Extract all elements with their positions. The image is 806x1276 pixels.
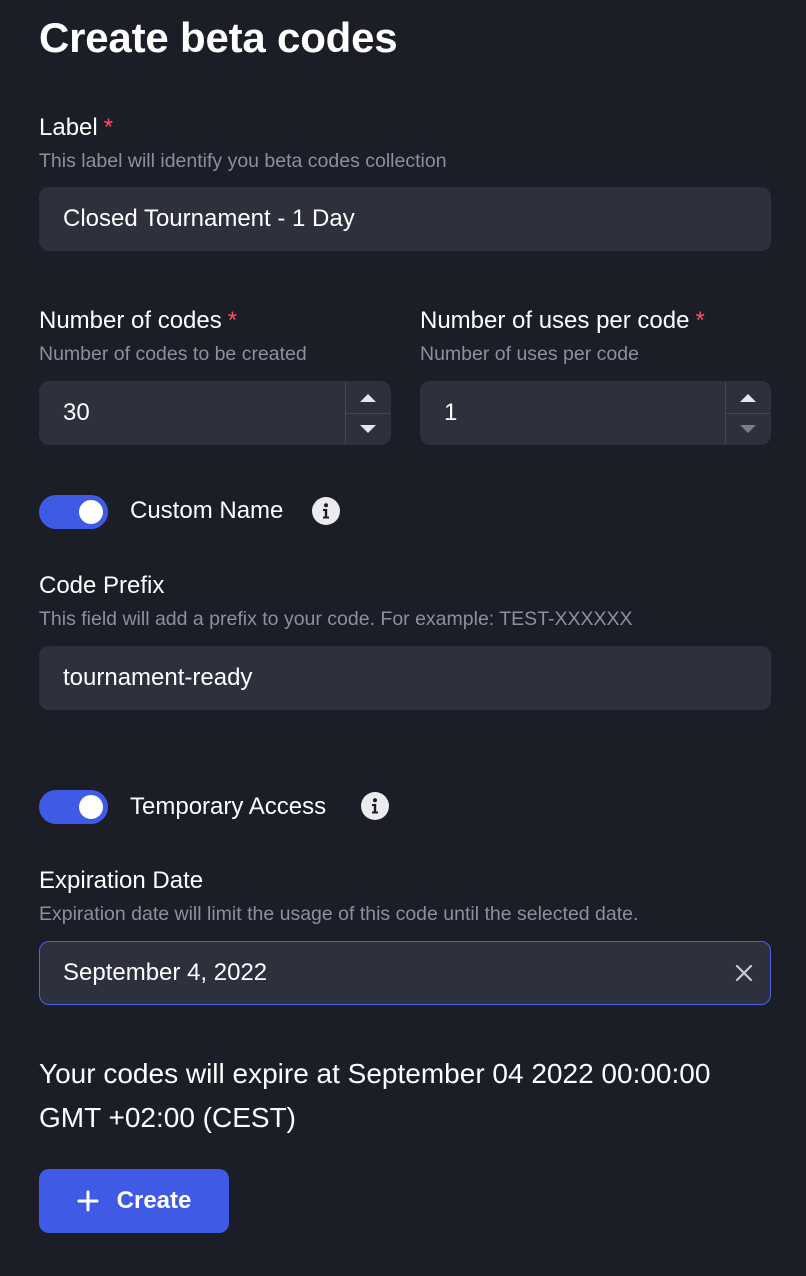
- chevron-up-icon: [360, 393, 376, 402]
- label-field-label-text: Label: [39, 114, 98, 141]
- create-button[interactable]: Create: [39, 1169, 229, 1233]
- expiration-field-help: Expiration date will limit the usage of …: [39, 903, 639, 925]
- page-title: Create beta codes: [39, 14, 398, 61]
- increment-button[interactable]: [726, 382, 770, 413]
- chevron-down-icon: [740, 424, 756, 433]
- info-icon[interactable]: [361, 792, 389, 820]
- custom-name-label: Custom Name: [130, 497, 284, 524]
- uses-field-label: Number of uses per code *: [420, 306, 705, 336]
- expiration-date-input[interactable]: September 4, 2022: [39, 941, 771, 1005]
- chevron-up-icon: [740, 393, 756, 402]
- expiration-field-label: Expiration Date: [39, 867, 204, 894]
- uses-number-value: 1: [444, 399, 458, 426]
- decrement-button[interactable]: [346, 413, 390, 444]
- expiration-date-value: September 4, 2022: [63, 959, 268, 986]
- required-mark: *: [103, 114, 114, 141]
- codes-field-label: Number of codes *: [39, 306, 237, 336]
- codes-field-help: Number of codes to be created: [39, 343, 307, 365]
- required-mark: *: [227, 307, 238, 334]
- plus-icon: [77, 1190, 99, 1212]
- label-input-value: Closed Tournament - 1 Day: [63, 205, 355, 232]
- prefix-field-help: This field will add a prefix to your cod…: [39, 608, 633, 630]
- codes-stepper: [345, 382, 390, 444]
- uses-field-label-text: Number of uses per code: [420, 307, 690, 334]
- prefix-field-label: Code Prefix: [39, 572, 165, 599]
- label-input[interactable]: Closed Tournament - 1 Day: [39, 187, 771, 251]
- codes-number-value: 30: [63, 399, 90, 426]
- prefix-input[interactable]: tournament-ready: [39, 646, 771, 710]
- codes-number-input[interactable]: 30: [39, 381, 391, 445]
- temporary-access-toggle[interactable]: [39, 790, 108, 824]
- temporary-access-label: Temporary Access: [130, 793, 327, 820]
- create-button-label: Create: [116, 1187, 192, 1214]
- decrement-button[interactable]: [726, 413, 770, 444]
- toggle-knob: [79, 795, 103, 819]
- close-icon[interactable]: [734, 963, 754, 983]
- codes-field-label-text: Number of codes: [39, 307, 222, 334]
- uses-field-help: Number of uses per code: [420, 343, 639, 365]
- uses-number-input[interactable]: 1: [420, 381, 771, 445]
- uses-stepper: [725, 382, 770, 444]
- increment-button[interactable]: [346, 382, 390, 413]
- toggle-knob: [79, 500, 103, 524]
- label-field-label: Label *: [39, 113, 113, 143]
- expiry-notice: Your codes will expire at September 04 2…: [39, 1058, 711, 1133]
- label-field-help: This label will identify you beta codes …: [39, 150, 447, 172]
- custom-name-toggle[interactable]: [39, 495, 108, 529]
- info-icon[interactable]: [312, 497, 340, 525]
- required-mark: *: [695, 307, 705, 334]
- prefix-input-value: tournament-ready: [63, 664, 253, 691]
- chevron-down-icon: [360, 424, 376, 433]
